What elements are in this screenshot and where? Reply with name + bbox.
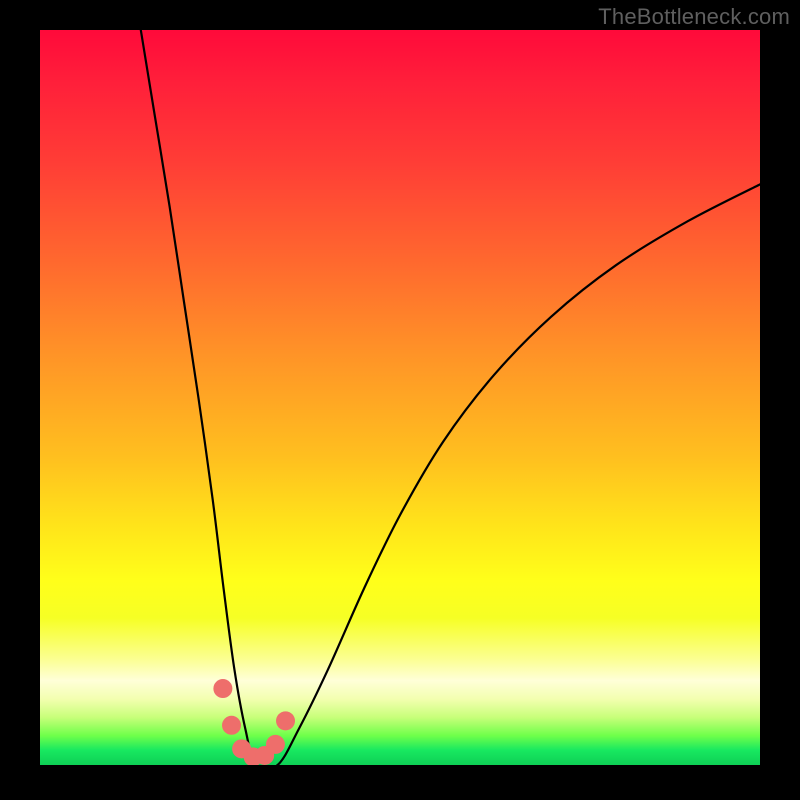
highlight-dot <box>266 735 285 754</box>
highlight-dot <box>213 679 232 698</box>
bottleneck-curve <box>141 30 760 765</box>
highlight-dot <box>276 711 295 730</box>
highlight-dots <box>213 679 295 765</box>
plot-area <box>40 30 760 765</box>
watermark-text: TheBottleneck.com <box>598 4 790 30</box>
highlight-dot <box>222 716 241 735</box>
chart-frame: TheBottleneck.com <box>0 0 800 800</box>
curve-layer <box>40 30 760 765</box>
